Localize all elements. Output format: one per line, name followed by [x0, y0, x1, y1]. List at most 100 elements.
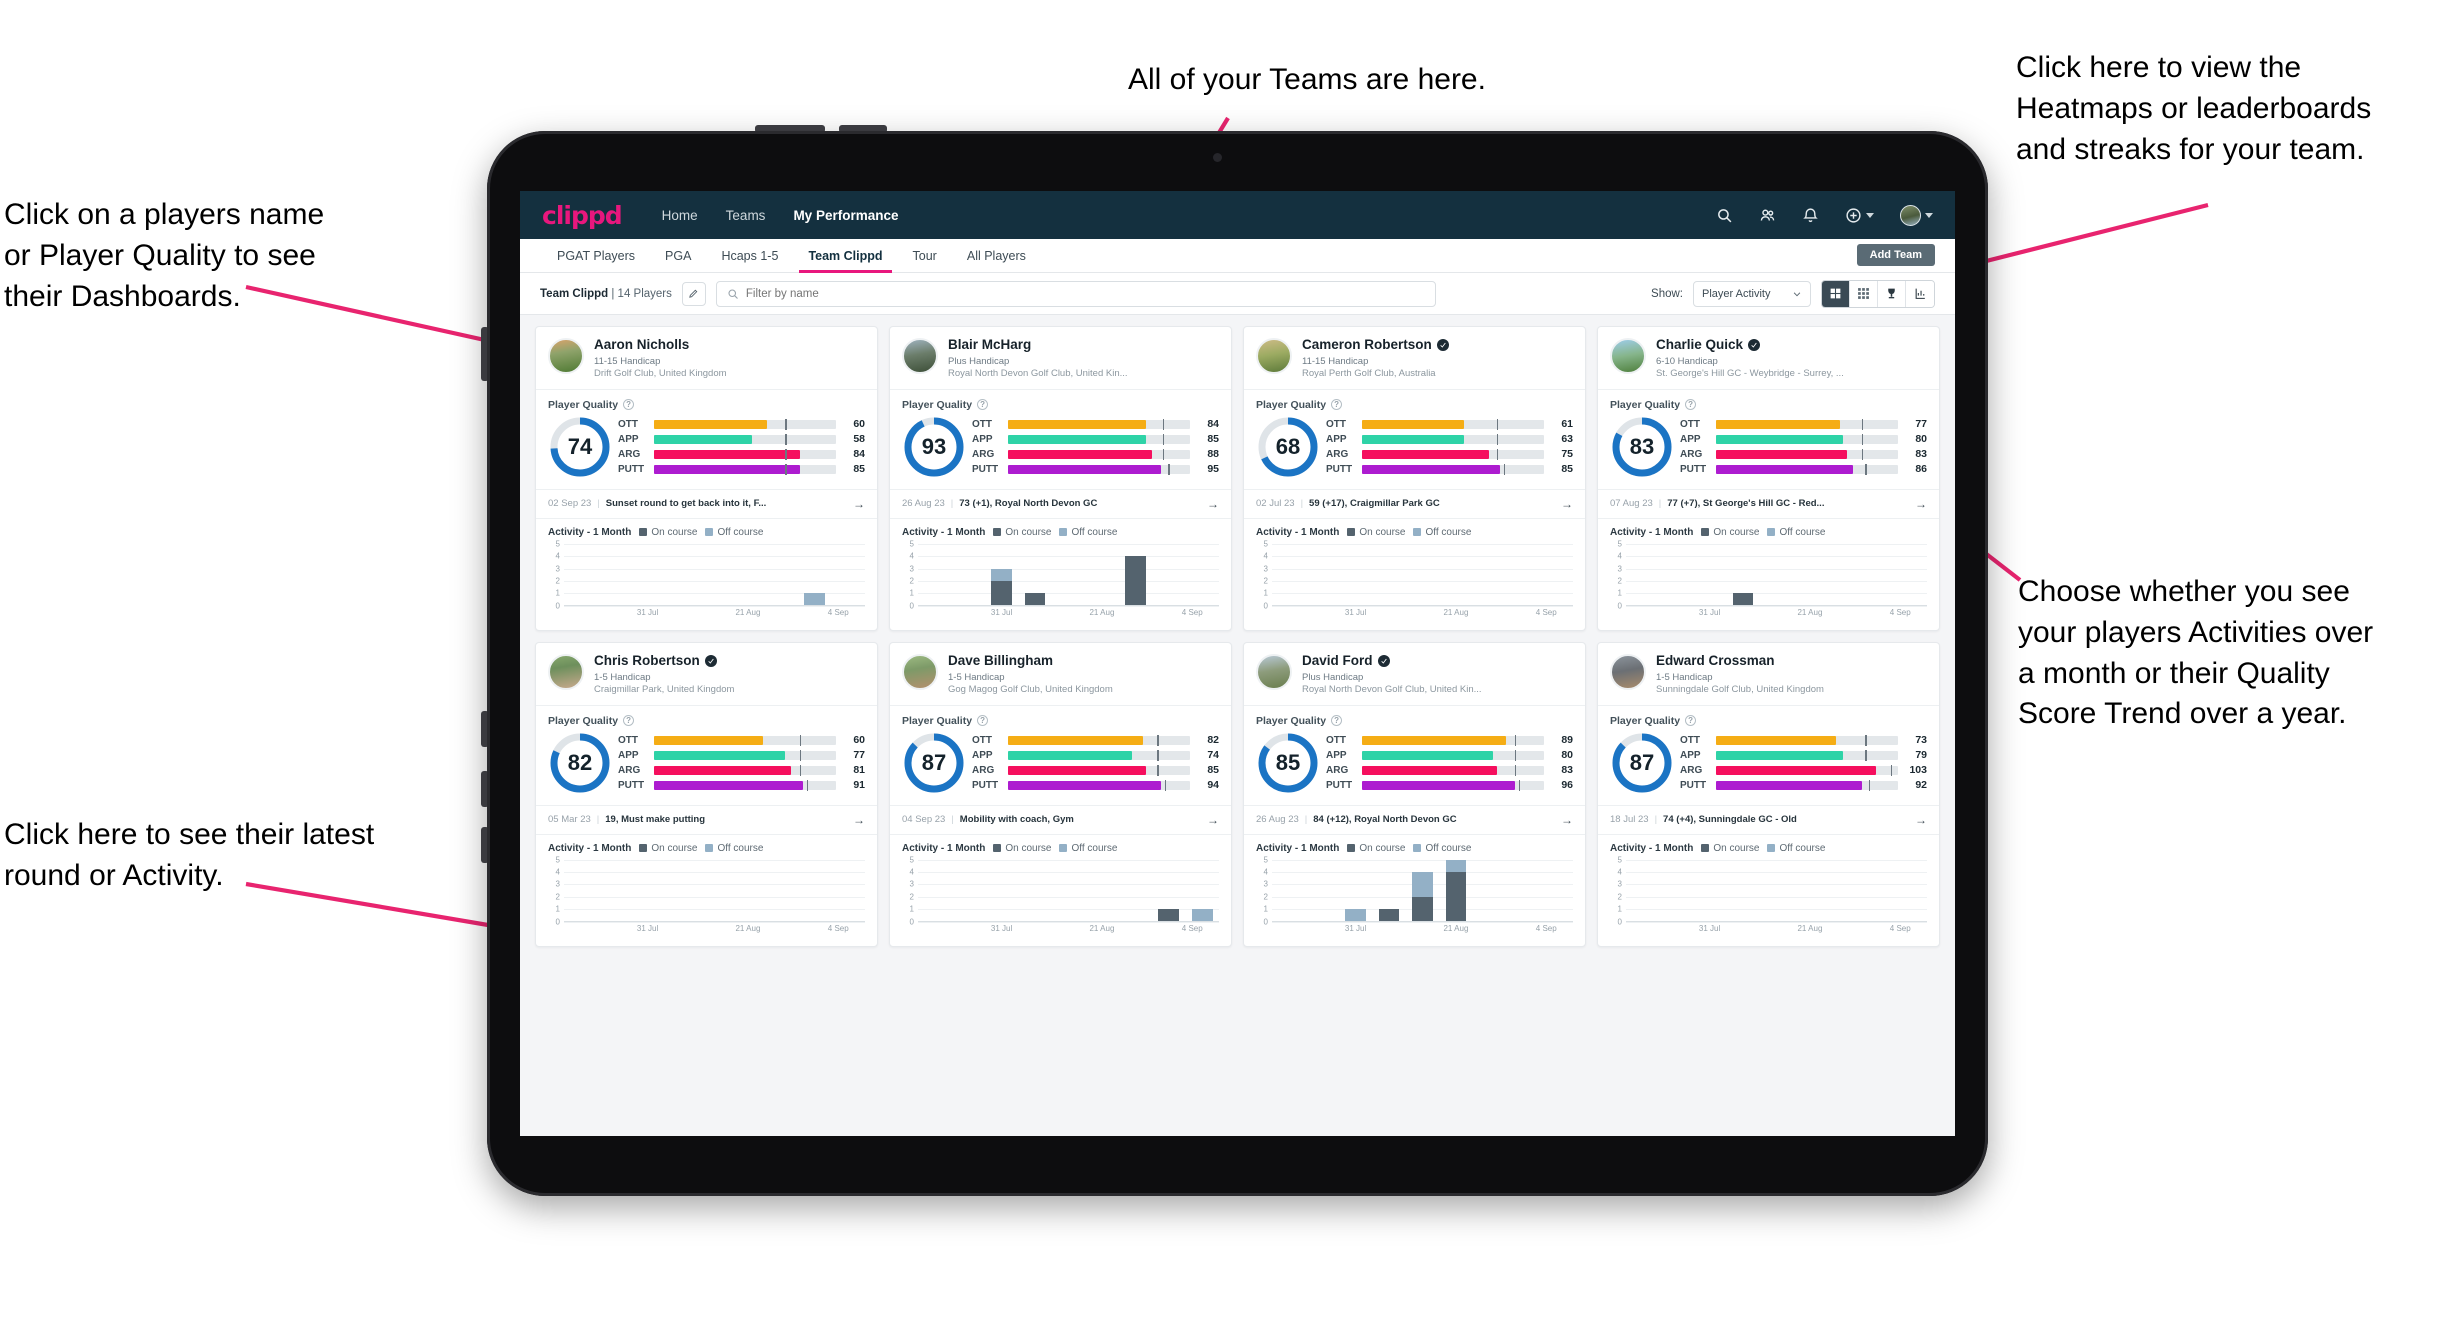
player-name[interactable]: Charlie Quick [1656, 337, 1743, 353]
round-arrow-icon[interactable]: → [1915, 813, 1927, 827]
help-icon[interactable]: ? [1331, 399, 1343, 411]
latest-round-row[interactable]: 07 Aug 23 | 77 (+7), St George's Hill GC… [1598, 488, 1939, 519]
player-quality-section[interactable]: Player Quality ? 82 OTT 60 APP 77 ARG 81… [536, 706, 877, 805]
people-icon[interactable] [1759, 207, 1776, 224]
player-name-row[interactable]: Charlie Quick [1656, 337, 1844, 353]
search-input[interactable] [745, 287, 1425, 300]
player-card[interactable]: Chris Robertson 1-5 Handicap Craigmillar… [535, 641, 878, 947]
player-quality-section[interactable]: Player Quality ? 83 OTT 77 APP 80 ARG 83… [1598, 390, 1939, 489]
player-name[interactable]: Blair McHarg [948, 337, 1031, 353]
show-select[interactable]: Player Activity [1693, 280, 1811, 307]
y-tick-label: 4 [1263, 551, 1268, 561]
player-name-row[interactable]: Cameron Robertson [1302, 337, 1449, 353]
player-card[interactable]: Blair McHarg Plus Handicap Royal North D… [889, 326, 1232, 631]
player-name-row[interactable]: Dave Billingham [948, 653, 1113, 669]
player-name[interactable]: Aaron Nicholls [594, 337, 689, 353]
add-team-button[interactable]: Add Team [1856, 244, 1935, 266]
player-quality-section[interactable]: Player Quality ? 93 OTT 84 APP 85 ARG 88… [890, 390, 1231, 489]
player-card[interactable]: Charlie Quick 6-10 Handicap St. George's… [1597, 326, 1940, 631]
player-card-header[interactable]: Chris Robertson 1-5 Handicap Craigmillar… [536, 643, 877, 705]
help-icon[interactable]: ? [1331, 715, 1343, 727]
player-name-row[interactable]: Aaron Nicholls [594, 337, 727, 353]
latest-round-row[interactable]: 26 Aug 23 | 73 (+1), Royal North Devon G… [890, 488, 1231, 519]
power-button[interactable] [481, 327, 489, 381]
search-icon[interactable] [1716, 207, 1733, 224]
player-card-header[interactable]: Edward Crossman 1-5 Handicap Sunningdale… [1598, 643, 1939, 705]
player-card-header[interactable]: Cameron Robertson 11-15 Handicap Royal P… [1244, 327, 1585, 389]
player-card-header[interactable]: Aaron Nicholls 11-15 Handicap Drift Golf… [536, 327, 877, 389]
streak-icon[interactable] [1906, 280, 1934, 307]
tab-pga[interactable]: PGA [650, 239, 706, 273]
help-icon[interactable]: ? [1685, 715, 1697, 727]
latest-round-row[interactable]: 18 Jul 23 | 74 (+4), Sunningdale GC - Ol… [1598, 804, 1939, 835]
player-quality-section[interactable]: Player Quality ? 87 OTT 73 APP 79 ARG 10… [1598, 706, 1939, 805]
player-card-header[interactable]: Dave Billingham 1-5 Handicap Gog Magog G… [890, 643, 1231, 705]
player-name-row[interactable]: Edward Crossman [1656, 653, 1824, 669]
metric-row: ARG 83 [1326, 764, 1573, 776]
bell-icon[interactable] [1802, 207, 1819, 224]
nav-item-teams[interactable]: Teams [712, 208, 780, 223]
round-arrow-icon[interactable]: → [1207, 497, 1219, 511]
tab-all-players[interactable]: All Players [952, 239, 1041, 273]
latest-round-row[interactable]: 02 Sep 23 | Sunset round to get back int… [536, 488, 877, 519]
player-card[interactable]: Dave Billingham 1-5 Handicap Gog Magog G… [889, 641, 1232, 947]
trophy-icon[interactable] [1878, 280, 1906, 307]
nav-item-home[interactable]: Home [648, 208, 712, 223]
quality-ring: 82 [548, 731, 612, 795]
player-quality-section[interactable]: Player Quality ? 87 OTT 82 APP 74 ARG 85… [890, 706, 1231, 805]
metric-track [1008, 749, 1190, 761]
round-arrow-icon[interactable]: → [853, 813, 865, 827]
nav-item-my-performance[interactable]: My Performance [779, 208, 912, 223]
clippd-logo[interactable]: clippd [542, 201, 623, 230]
legend-label-off-course: Off course [717, 526, 764, 538]
help-icon[interactable]: ? [623, 715, 635, 727]
tab-team-clippd[interactable]: Team Clippd [793, 239, 897, 273]
tab-hcaps-1-5[interactable]: Hcaps 1-5 [706, 239, 793, 273]
plus-circle-icon[interactable] [1845, 207, 1874, 224]
player-card[interactable]: Edward Crossman 1-5 Handicap Sunningdale… [1597, 641, 1940, 947]
latest-round-row[interactable]: 05 Mar 23 | 19, Must make putting → [536, 804, 877, 835]
player-name-row[interactable]: David Ford [1302, 653, 1482, 669]
player-name[interactable]: Cameron Robertson [1302, 337, 1432, 353]
round-arrow-icon[interactable]: → [1561, 497, 1573, 511]
latest-round-row[interactable]: 26 Aug 23 | 84 (+12), Royal North Devon … [1244, 804, 1585, 835]
round-arrow-icon[interactable]: → [1915, 497, 1927, 511]
player-name[interactable]: Dave Billingham [948, 653, 1053, 669]
tab-pgat-players[interactable]: PGAT Players [542, 239, 650, 273]
player-quality-section[interactable]: Player Quality ? 74 OTT 60 APP 58 ARG 84… [536, 390, 877, 489]
y-tick-label: 1 [1617, 588, 1622, 598]
help-icon[interactable]: ? [623, 399, 635, 411]
user-menu[interactable] [1900, 204, 1933, 226]
search-field-wrapper[interactable] [715, 280, 1436, 307]
player-name-row[interactable]: Chris Robertson [594, 653, 734, 669]
gridline [918, 581, 1219, 583]
verified-badge-icon [704, 655, 717, 668]
player-quality-section[interactable]: Player Quality ? 85 OTT 89 APP 80 ARG 83… [1244, 706, 1585, 805]
player-card[interactable]: Cameron Robertson 11-15 Handicap Royal P… [1243, 326, 1586, 631]
latest-round-row[interactable]: 02 Jul 23 | 59 (+17), Craigmillar Park G… [1244, 488, 1585, 519]
player-card-header[interactable]: Charlie Quick 6-10 Handicap St. George's… [1598, 327, 1939, 389]
player-card-header[interactable]: Blair McHarg Plus Handicap Royal North D… [890, 327, 1231, 389]
player-name[interactable]: Edward Crossman [1656, 653, 1775, 669]
gridline [1626, 909, 1927, 911]
help-icon[interactable]: ? [1685, 399, 1697, 411]
player-card-header[interactable]: David Ford Plus Handicap Royal North Dev… [1244, 643, 1585, 705]
help-icon[interactable]: ? [977, 399, 989, 411]
help-icon[interactable]: ? [977, 715, 989, 727]
player-name-row[interactable]: Blair McHarg [948, 337, 1128, 353]
round-arrow-icon[interactable]: → [1207, 813, 1219, 827]
player-name[interactable]: David Ford [1302, 653, 1373, 669]
latest-round-row[interactable]: 04 Sep 23 | Mobility with coach, Gym → [890, 804, 1231, 835]
round-arrow-icon[interactable]: → [853, 497, 865, 511]
player-quality-section[interactable]: Player Quality ? 68 OTT 61 APP 63 ARG 75… [1244, 390, 1585, 489]
volume-up-button[interactable] [755, 125, 825, 133]
player-name[interactable]: Chris Robertson [594, 653, 700, 669]
volume-down-button[interactable] [839, 125, 887, 133]
player-card[interactable]: Aaron Nicholls 11-15 Handicap Drift Golf… [535, 326, 878, 631]
tab-tour[interactable]: Tour [898, 239, 952, 273]
player-card[interactable]: David Ford Plus Handicap Royal North Dev… [1243, 641, 1586, 947]
grid-large-icon[interactable] [1822, 280, 1850, 307]
round-arrow-icon[interactable]: → [1561, 813, 1573, 827]
edit-team-button[interactable] [681, 281, 706, 306]
grid-small-icon[interactable] [1850, 280, 1878, 307]
